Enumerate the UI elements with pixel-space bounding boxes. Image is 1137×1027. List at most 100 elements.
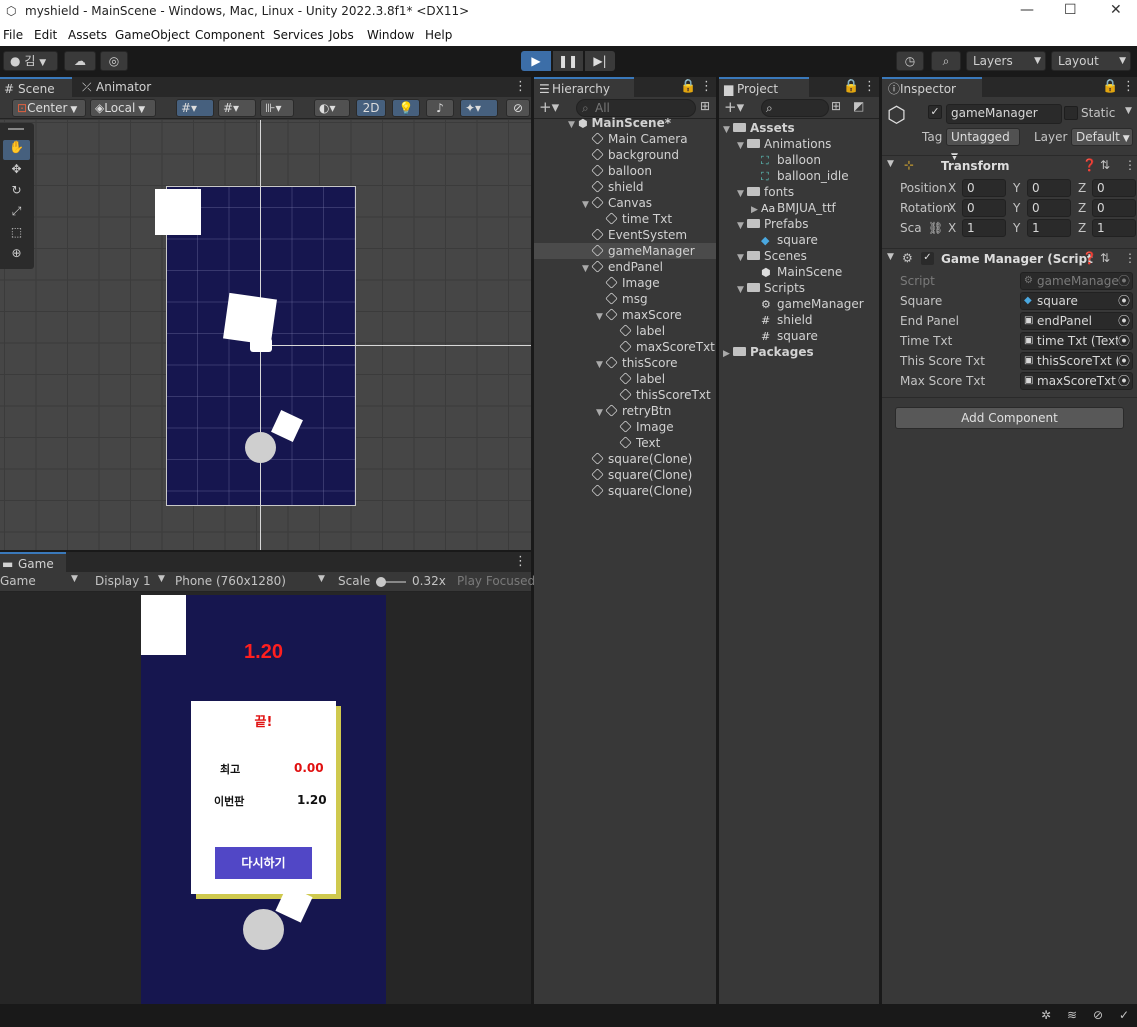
object-reference-field[interactable]: ▣ maxScoreTxt ⦿ [1020, 372, 1133, 390]
kebab-icon[interactable]: ⋮ [514, 554, 527, 569]
chevron-down-icon[interactable]: ▼ [1125, 106, 1132, 116]
lock-icon[interactable]: 🔒 [843, 79, 859, 94]
project-item[interactable]: ⬢ MainScene [751, 265, 842, 279]
display-dropdown[interactable]: Display 1 [95, 574, 151, 588]
transform-scale-y-field[interactable]: 1 [1027, 219, 1071, 237]
collab-button[interactable]: ◎ [100, 51, 128, 71]
expand-arrow-icon[interactable]: ▼ [737, 221, 747, 231]
hierarchy-item[interactable]: square(Clone) [582, 484, 692, 498]
history-button[interactable]: ◷ [896, 51, 924, 71]
help-icon[interactable]: ❓ [1082, 158, 1097, 172]
shading-dropdown[interactable]: ◐▾ [314, 99, 350, 117]
transform-scale-x-field[interactable]: 1 [962, 219, 1006, 237]
no-network-icon[interactable]: ⊘ [1093, 1008, 1103, 1022]
hierarchy-item[interactable]: label [610, 372, 665, 386]
rotate-tool-icon[interactable]: ↻ [3, 183, 30, 203]
menu-assets[interactable]: Assets [68, 28, 107, 42]
transform-scale-z-field[interactable]: 1 [1092, 219, 1136, 237]
link-icon[interactable]: ⛓ [928, 221, 943, 235]
hierarchy-item[interactable]: ▼ Canvas [582, 196, 652, 210]
kebab-icon[interactable]: ⋮ [863, 79, 876, 94]
resolution-dropdown[interactable]: Phone (760x1280) [175, 574, 286, 588]
scene-viewport[interactable] [0, 120, 531, 550]
hierarchy-item[interactable]: label [610, 324, 665, 338]
hierarchy-item[interactable]: ▼ thisScore [596, 356, 678, 370]
tab-game[interactable]: ▬ Game [0, 552, 66, 572]
hierarchy-item[interactable]: square(Clone) [582, 452, 692, 466]
expand-arrow-icon[interactable]: ▶ [723, 349, 733, 359]
expand-arrow-icon[interactable]: ▼ [737, 285, 747, 295]
scene-square-topleft[interactable] [155, 189, 201, 235]
tab-hierarchy[interactable]: ☰ Hierarchy [534, 77, 634, 97]
transform-tool-icon[interactable]: ⊕ [3, 246, 30, 266]
move-tool-icon[interactable]: ✥ [3, 162, 30, 182]
object-picker-icon[interactable]: ⦿ [1117, 373, 1130, 389]
hierarchy-item[interactable]: square(Clone) [582, 468, 692, 482]
hierarchy-item[interactable]: ▼ maxScore [596, 308, 682, 322]
tab-animator[interactable]: ⤫ Animator [78, 77, 158, 97]
transform-position-x-field[interactable]: 0 [962, 179, 1006, 197]
pause-button[interactable]: ❚❚ [553, 51, 583, 71]
chevron-down-icon[interactable]: ▼ [318, 574, 325, 584]
hierarchy-item[interactable]: maxScoreTxt [610, 340, 715, 354]
project-item[interactable]: ▶ Packages [723, 345, 814, 359]
static-checkbox[interactable] [1064, 106, 1078, 120]
hierarchy-search-input[interactable]: ⌕ All [576, 99, 696, 117]
menu-edit[interactable]: Edit [34, 28, 57, 42]
menu-component[interactable]: Component [195, 28, 265, 42]
project-item[interactable]: ⛶ balloon_idle [751, 169, 849, 184]
kebab-icon[interactable]: ⋮ [700, 79, 713, 94]
expand-arrow-icon[interactable]: ▼ [582, 264, 592, 274]
project-item[interactable]: ▼ Prefabs [737, 217, 809, 231]
project-item[interactable]: # shield [751, 313, 813, 327]
expand-arrow-icon[interactable]: ▼ [887, 252, 894, 262]
add-icon[interactable]: +▾ [539, 98, 559, 116]
increment-snap-button[interactable]: #▾ [218, 99, 256, 117]
hierarchy-item[interactable]: EventSystem [582, 228, 687, 242]
grid-snap-button[interactable]: #▾ [176, 99, 214, 117]
play-mode-dropdown[interactable]: Play Focused [457, 574, 535, 588]
kebab-icon[interactable]: ⋮ [514, 79, 527, 94]
hierarchy-item[interactable]: time Txt [596, 212, 672, 226]
ruler-button[interactable]: ⊪▾ [260, 99, 294, 117]
project-item[interactable]: ⚙ gameManager [751, 297, 864, 311]
debug-icon[interactable]: ✲ [1041, 1008, 1051, 1022]
object-picker-icon[interactable]: ⦿ [1117, 333, 1130, 349]
kebab-icon[interactable]: ⋮ [1124, 158, 1136, 172]
project-item[interactable]: ▼ Assets [723, 121, 795, 135]
filter-icon[interactable]: ⊞ [831, 99, 841, 113]
component-enabled-checkbox[interactable]: ✓ [921, 252, 934, 265]
hierarchy-item[interactable]: ▼ endPanel [582, 260, 663, 274]
preset-icon[interactable]: ⇅ [1100, 158, 1110, 172]
project-item[interactable]: ▶ Aa BMJUA_ttf [751, 201, 836, 215]
scale-tool-icon[interactable]: ⤢ [3, 204, 30, 224]
project-item[interactable]: # square [751, 329, 818, 343]
tab-project[interactable]: ▆ Project [719, 77, 809, 97]
kebab-icon[interactable]: ⋮ [1124, 251, 1136, 265]
preset-icon[interactable]: ⇅ [1100, 251, 1110, 265]
rect-tool-icon[interactable]: ⬚ [3, 225, 30, 245]
add-icon[interactable]: +▾ [724, 98, 744, 116]
space-dropdown[interactable]: ◈Local ▼ [90, 99, 156, 117]
layers-dropdown[interactable]: Layers ▼ [966, 51, 1046, 71]
hierarchy-item[interactable]: balloon [582, 164, 652, 178]
object-picker-icon[interactable]: ⦿ [1117, 273, 1130, 289]
expand-arrow-icon[interactable]: ▼ [596, 408, 606, 418]
hierarchy-item[interactable]: Image [596, 276, 660, 290]
account-dropdown[interactable]: ● 김 ▼ [3, 51, 58, 71]
retry-button[interactable]: 다시하기 [215, 847, 312, 879]
add-component-button[interactable]: Add Component [895, 407, 1124, 429]
expand-arrow-icon[interactable]: ▶ [751, 205, 761, 215]
project-item[interactable]: ▼ fonts [737, 185, 794, 199]
transform-rotation-z-field[interactable]: 0 [1092, 199, 1136, 217]
hierarchy-item[interactable]: Image [610, 420, 674, 434]
play-button[interactable]: ▶ [521, 51, 551, 71]
layers-stack-icon[interactable]: ≋ [1067, 1008, 1077, 1022]
hierarchy-item[interactable]: thisScoreTxt [610, 388, 711, 402]
object-picker-icon[interactable]: ⦿ [1117, 353, 1130, 369]
expand-arrow-icon[interactable]: ▼ [596, 360, 606, 370]
project-item[interactable]: ⛶ balloon [751, 153, 821, 168]
expand-arrow-icon[interactable]: ▼ [887, 159, 894, 169]
project-search-input[interactable]: ⌕ [761, 99, 829, 117]
scene-balloon[interactable] [245, 432, 276, 463]
